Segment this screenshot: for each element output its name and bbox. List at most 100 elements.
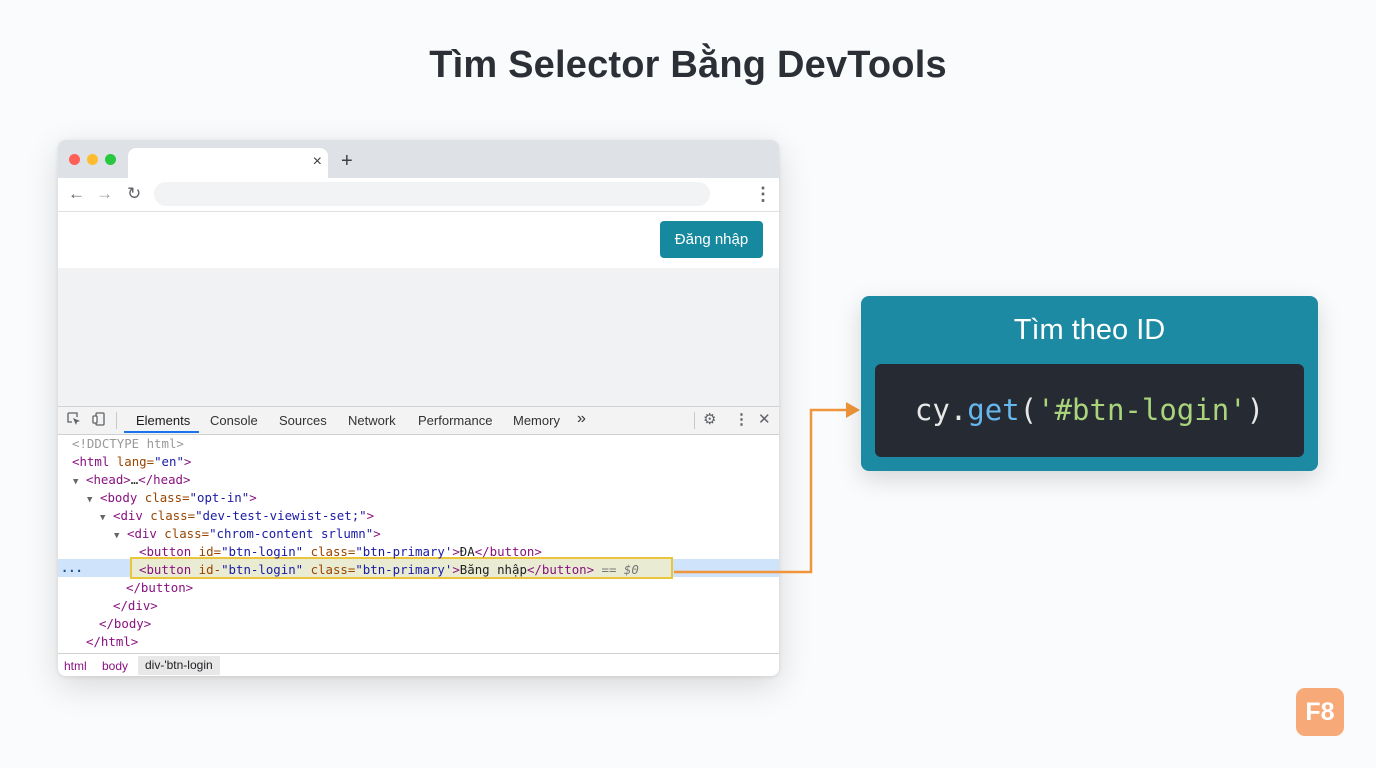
tag-end: </button> xyxy=(526,562,595,577)
dom-node-head[interactable]: ▼ <head>…</head> xyxy=(73,471,190,489)
dom-node-close[interactable]: </html> xyxy=(86,633,138,651)
attr-name: class= xyxy=(303,544,356,559)
code-paren-close: ) xyxy=(1246,393,1265,427)
attr-name: class= xyxy=(137,490,190,505)
console-reference: == $0 xyxy=(594,562,639,577)
tab-network[interactable]: Network xyxy=(348,413,396,428)
dom-node-div[interactable]: ▼ <div class="chrom-content srlumn"> xyxy=(114,525,381,543)
inspect-element-icon[interactable] xyxy=(67,412,81,426)
settings-gear-icon[interactable]: ⚙ xyxy=(703,411,716,429)
dom-node-body[interactable]: ▼ <body class="opt-in"> xyxy=(87,489,257,507)
tag-end: </head> xyxy=(138,472,191,487)
selector-card: Tìm theo ID cy.get('#btn-login') xyxy=(861,296,1318,471)
new-tab-icon[interactable]: + xyxy=(341,150,353,172)
devtools-menu-icon[interactable]: ⋮ xyxy=(734,411,749,429)
close-window-dot[interactable] xyxy=(69,154,80,165)
attr-value: "btn-login" xyxy=(221,544,304,559)
code-string: '#btn-login' xyxy=(1037,393,1247,427)
device-toolbar-icon[interactable] xyxy=(92,412,106,426)
dom-node-button-selected[interactable]: <button id-"btn-login" class="btn-primar… xyxy=(139,561,639,579)
tab-close-icon[interactable]: × xyxy=(313,153,322,171)
browser-menu-icon[interactable]: ⋮ xyxy=(754,184,772,204)
tab-console[interactable]: Console xyxy=(210,413,258,428)
node-text: Băng nhập xyxy=(459,562,527,577)
dom-node-close[interactable]: </button> xyxy=(126,579,193,597)
attr-value: "btn-primary' xyxy=(355,544,453,559)
attr-name: class= xyxy=(303,562,356,577)
elements-tree: ... <!DDCTYPE html> <html lang="en"> ▼ <h… xyxy=(58,435,779,651)
tag-open: <div xyxy=(113,508,143,523)
tag-open: <html xyxy=(72,454,110,469)
login-button[interactable]: Đăng nhập xyxy=(660,221,763,258)
expand-triangle-icon[interactable]: ▼ xyxy=(114,527,127,545)
dom-node-div[interactable]: ▼ <div class="dev-test-viewist-set;"> xyxy=(100,507,374,525)
attr-value: "opt-in" xyxy=(189,490,250,505)
tab-memory[interactable]: Memory xyxy=(513,413,560,428)
expand-triangle-icon[interactable]: ▼ xyxy=(73,473,86,491)
more-tabs-icon[interactable]: » xyxy=(577,410,586,428)
tag-close: > xyxy=(452,544,460,559)
breadcrumb-body[interactable]: body xyxy=(102,659,128,673)
back-arrow-icon[interactable]: ← xyxy=(68,184,85,204)
attr-name: class= xyxy=(142,508,196,523)
reload-icon[interactable]: ↻ xyxy=(127,184,141,204)
tag-end: </html> xyxy=(86,634,139,649)
dom-node-doctype[interactable]: <!DDCTYPE html> xyxy=(72,435,184,453)
tag-close: > xyxy=(249,490,257,505)
attr-value: "en" xyxy=(154,454,184,469)
active-tab-indicator xyxy=(124,431,199,433)
code-object: cy. xyxy=(914,393,968,427)
selected-node-marker[interactable]: ... xyxy=(61,559,83,577)
tag-open: <head> xyxy=(86,472,131,487)
tag-end: </body> xyxy=(99,616,152,631)
tab-bar: × + xyxy=(58,140,779,178)
attr-value: "btn-primary' xyxy=(355,562,453,577)
browser-window: × + ← → ↻ ⋮ Đăng nhập Elements Console S… xyxy=(58,140,779,676)
attr-value: "btn-login" xyxy=(221,562,304,577)
breadcrumb: html body div-'btn-login xyxy=(58,653,779,676)
page-body xyxy=(58,269,779,406)
attr-value: "chrom-content srlumn" xyxy=(209,526,374,541)
tab-performance[interactable]: Performance xyxy=(418,413,492,428)
forward-arrow-icon[interactable]: → xyxy=(96,184,113,204)
slide-title: Tìm Selector Bằng DevTools xyxy=(429,44,947,86)
f8-logo: F8 xyxy=(1296,688,1344,736)
toolbar-divider xyxy=(694,412,695,429)
browser-tab[interactable]: × xyxy=(128,148,328,178)
dom-node-button[interactable]: <button id="btn-login" class="btn-primar… xyxy=(139,543,542,561)
attr-name: class= xyxy=(156,526,210,541)
devtools-panel: Elements Console Sources Network Perform… xyxy=(58,406,779,676)
breadcrumb-div[interactable]: div-'btn-login xyxy=(138,656,220,675)
expand-triangle-icon[interactable]: ▼ xyxy=(100,509,113,527)
tag-close: > xyxy=(183,454,192,469)
devtools-toolbar: Elements Console Sources Network Perform… xyxy=(58,407,779,435)
tab-elements[interactable]: Elements xyxy=(136,413,190,428)
tag-end: </button> xyxy=(126,580,194,595)
card-title: Tìm theo ID xyxy=(1013,314,1166,346)
tag-open: <div xyxy=(127,526,157,541)
expand-triangle-icon[interactable]: ▼ xyxy=(87,491,100,509)
dom-node-html[interactable]: <html lang="en"> xyxy=(72,453,191,471)
tag-end: </button> xyxy=(474,544,542,559)
tag-end: </div> xyxy=(113,598,158,613)
tag-open: <button xyxy=(139,544,192,559)
doctype-text: <!DDCTYPE html> xyxy=(72,436,184,451)
attr-name: lang= xyxy=(109,454,155,469)
tag-close: > xyxy=(452,562,460,577)
maximize-window-dot[interactable] xyxy=(105,154,116,165)
browser-toolbar: ← → ↻ ⋮ xyxy=(58,178,779,212)
tab-sources[interactable]: Sources xyxy=(279,413,327,428)
code-paren-open: ( xyxy=(1019,393,1038,427)
dom-node-close[interactable]: </div> xyxy=(113,597,158,615)
toolbar-divider xyxy=(116,412,117,429)
close-devtools-icon[interactable]: ✕ xyxy=(758,411,771,429)
address-bar[interactable] xyxy=(154,182,710,206)
minimize-window-dot[interactable] xyxy=(87,154,98,165)
tag-open: <button xyxy=(139,562,192,577)
dom-node-close[interactable]: </body> xyxy=(99,615,151,633)
tag-close: > xyxy=(366,508,375,523)
node-text: ĐA xyxy=(459,544,475,559)
tag-open: <body xyxy=(100,490,138,505)
code-function: get xyxy=(967,393,1020,427)
breadcrumb-html[interactable]: html xyxy=(64,659,87,673)
